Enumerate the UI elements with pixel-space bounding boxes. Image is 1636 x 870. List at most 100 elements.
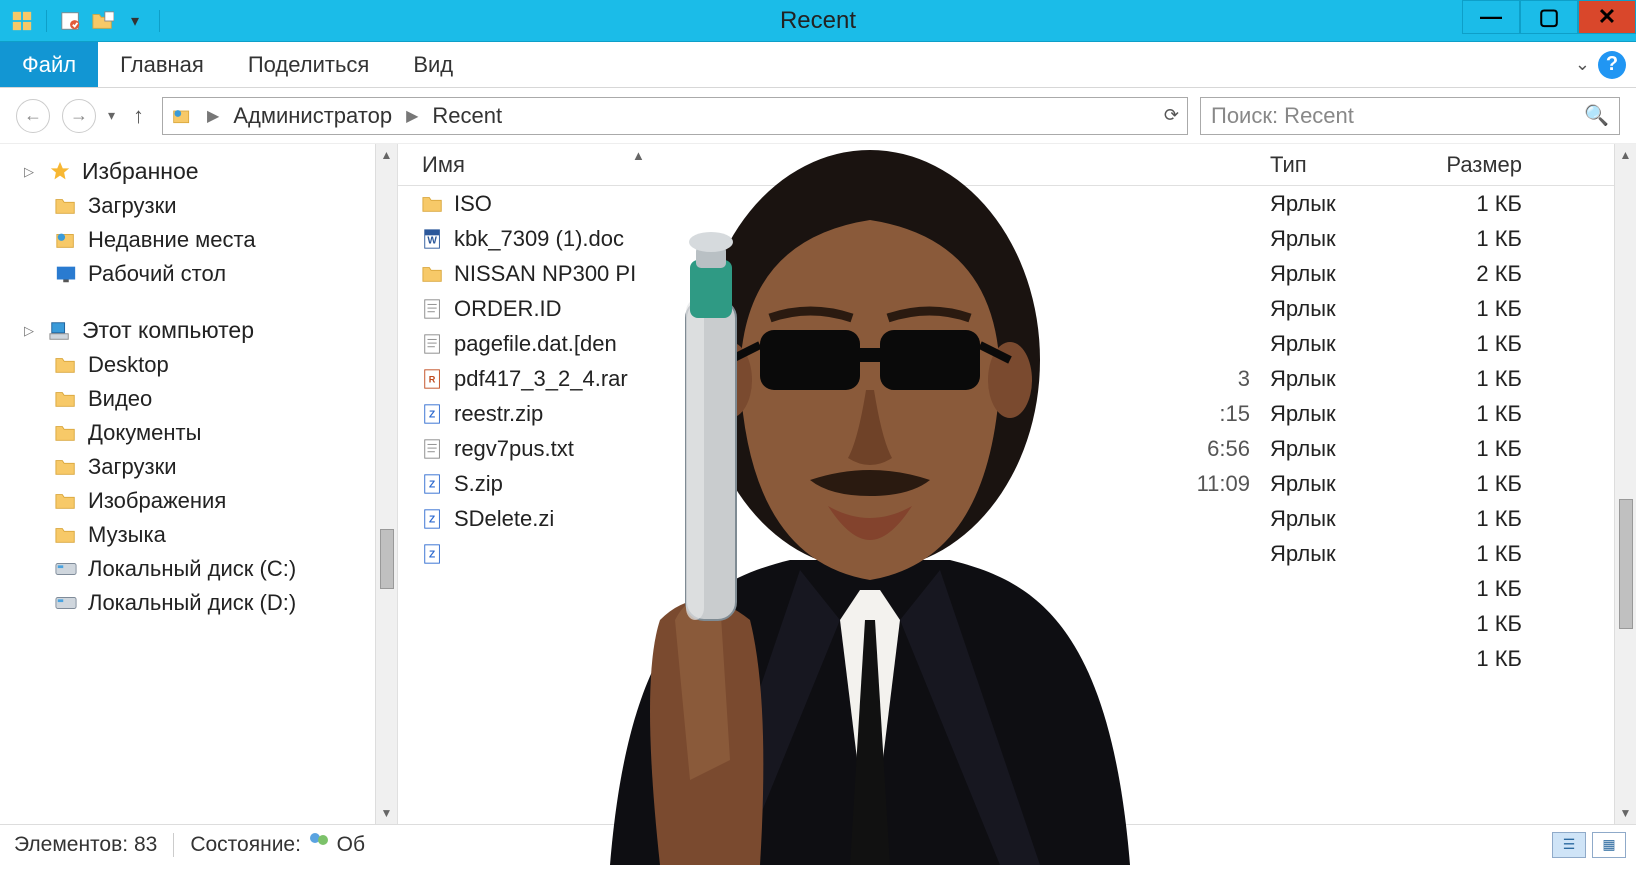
nav-back-button[interactable]: ← (16, 99, 50, 133)
app-icon (8, 7, 36, 35)
sidebar-computer-item[interactable]: Документы (14, 416, 397, 450)
file-row[interactable]: ISO Ярлык 1 КБ (398, 186, 1636, 221)
sidebar-computer-item[interactable]: Изображения (14, 484, 397, 518)
refresh-icon[interactable]: ⟳ (1164, 105, 1179, 126)
nav-computer[interactable]: ▷ Этот компьютер (14, 313, 397, 348)
window-title: Recent (0, 7, 1636, 35)
file-size: 1 КБ (1422, 401, 1552, 427)
file-row[interactable]: Ярлык 1 КБ (398, 536, 1636, 571)
file-size: 1 КБ (1422, 296, 1552, 322)
sidebar-item-label: Загрузки (88, 454, 177, 480)
sidebar-computer-item[interactable]: Локальный диск (C:) (14, 552, 397, 586)
search-icon[interactable]: 🔍 (1584, 103, 1609, 128)
ribbon-tab-file[interactable]: Файл (0, 42, 98, 87)
file-name: reestr.zip (454, 401, 543, 427)
file-row[interactable]: pdf417_3_2_4.rar 3 Ярлык 1 КБ (398, 361, 1636, 396)
file-name: kbk_7309 (1).doc (454, 226, 624, 252)
file-row[interactable]: kbk_7309 (1).doc Ярлык 1 КБ (398, 221, 1636, 256)
file-size: 1 КБ (1422, 506, 1552, 532)
nav-computer-label: Этот компьютер (82, 317, 254, 344)
column-headers[interactable]: Имя ▲ Тип Размер (398, 144, 1636, 186)
rar-icon (422, 368, 444, 390)
file-row[interactable]: SDelete.zi Ярлык 1 КБ (398, 501, 1636, 536)
sidebar-computer-item[interactable]: Загрузки (14, 450, 397, 484)
ribbon-expand-icon[interactable]: ⌄ (1575, 54, 1590, 75)
file-name: SDelete.zi (454, 506, 554, 532)
col-type[interactable]: Тип (1270, 152, 1422, 178)
ribbon: Файл Главная Поделиться Вид ⌄ ? (0, 42, 1636, 88)
file-name: S.zip (454, 471, 503, 497)
sidebar-computer-item[interactable]: Музыка (14, 518, 397, 552)
file-size: 1 КБ (1422, 436, 1552, 462)
file-row[interactable]: regv7pus.txt 6:56 Ярлык 1 КБ (398, 431, 1636, 466)
file-row[interactable]: S.zip 11:09 Ярлык 1 КБ (398, 466, 1636, 501)
file-row[interactable]: pagefile.dat.[den Ярлык 1 КБ (398, 326, 1636, 361)
ribbon-tab-view[interactable]: Вид (391, 42, 475, 87)
star-icon (48, 160, 72, 184)
col-size[interactable]: Размер (1422, 152, 1552, 178)
help-icon[interactable]: ? (1598, 51, 1626, 79)
file-row[interactable]: 1 КБ (398, 606, 1636, 641)
file-row[interactable]: 1 КБ (398, 571, 1636, 606)
file-row[interactable]: ORDER.ID Ярлык 1 КБ (398, 291, 1636, 326)
breadcrumb-0[interactable]: Администратор (233, 103, 392, 129)
folder-icon (54, 523, 78, 547)
ribbon-tab-share[interactable]: Поделиться (226, 42, 391, 87)
qat-properties-icon[interactable] (57, 7, 85, 35)
recent-icon (54, 228, 78, 252)
file-row[interactable]: 1 КБ (398, 641, 1636, 676)
file-row[interactable]: reestr.zip :15 Ярлык 1 КБ (398, 396, 1636, 431)
status-items-label: Элементов: (14, 833, 128, 857)
folder-icon (422, 263, 444, 285)
file-type: Ярлык (1270, 331, 1422, 357)
breadcrumb-1[interactable]: Recent (432, 103, 502, 129)
minimize-button[interactable]: — (1462, 0, 1520, 34)
navigation-pane[interactable]: ▷ Избранное Загрузки Недавние места Рабо… (0, 144, 398, 824)
file-row[interactable]: NISSAN NP300 PI Ярлык 2 КБ (398, 256, 1636, 291)
zip-icon (422, 473, 444, 495)
nav-favorites[interactable]: ▷ Избранное (14, 154, 397, 189)
navpane-scrollbar[interactable]: ▲ ▼ (375, 144, 397, 824)
sidebar-item-label: Изображения (88, 488, 226, 514)
file-type: Ярлык (1270, 436, 1422, 462)
search-box[interactable]: Поиск: Recent 🔍 (1200, 97, 1620, 135)
filepane-scrollbar[interactable]: ▲ ▼ (1614, 144, 1636, 824)
sidebar-item-label: Музыка (88, 522, 166, 548)
sidebar-fav-item[interactable]: Загрузки (14, 189, 397, 223)
maximize-button[interactable]: ▢ (1520, 0, 1578, 34)
sidebar-fav-item[interactable]: Рабочий стол (14, 257, 397, 291)
qat-customize-icon[interactable]: ▾ (121, 7, 149, 35)
file-name: ORDER.ID (454, 296, 562, 322)
sidebar-item-label: Desktop (88, 352, 169, 378)
file-size: 1 КБ (1422, 471, 1552, 497)
nav-forward-button[interactable]: → (62, 99, 96, 133)
nav-history-icon[interactable]: ▾ (108, 107, 115, 124)
sidebar-computer-item[interactable]: Видео (14, 382, 397, 416)
close-button[interactable]: ✕ (1578, 0, 1636, 34)
sidebar-computer-item[interactable]: Локальный диск (D:) (14, 586, 397, 620)
nav-favorites-label: Избранное (82, 158, 199, 185)
ribbon-tab-home[interactable]: Главная (98, 42, 226, 87)
sidebar-fav-item[interactable]: Недавние места (14, 223, 397, 257)
file-type: Ярлык (1270, 366, 1422, 392)
qat-newfolder-icon[interactable] (89, 7, 117, 35)
col-name[interactable]: Имя (422, 152, 465, 177)
view-details-button[interactable]: ☰ (1552, 832, 1586, 858)
content-area: ▷ Избранное Загрузки Недавние места Рабо… (0, 144, 1636, 824)
sidebar-item-label: Локальный диск (D:) (88, 590, 296, 616)
nav-up-button[interactable]: ↑ (127, 103, 150, 129)
text-icon (422, 298, 444, 320)
view-icons-button[interactable]: ▦ (1592, 832, 1626, 858)
search-placeholder: Поиск: Recent (1211, 103, 1354, 129)
file-name: pdf417_3_2_4.rar (454, 366, 628, 392)
file-type: Ярлык (1270, 471, 1422, 497)
file-size: 1 КБ (1422, 366, 1552, 392)
file-size: 1 КБ (1422, 541, 1552, 567)
sidebar-computer-item[interactable]: Desktop (14, 348, 397, 382)
address-bar[interactable]: ▶ Администратор ▶ Recent ⟳ (162, 97, 1188, 135)
file-type: Ярлык (1270, 191, 1422, 217)
status-items-count: 83 (134, 833, 157, 857)
file-type: Ярлык (1270, 296, 1422, 322)
file-size: 1 КБ (1422, 331, 1552, 357)
zip-icon (422, 403, 444, 425)
